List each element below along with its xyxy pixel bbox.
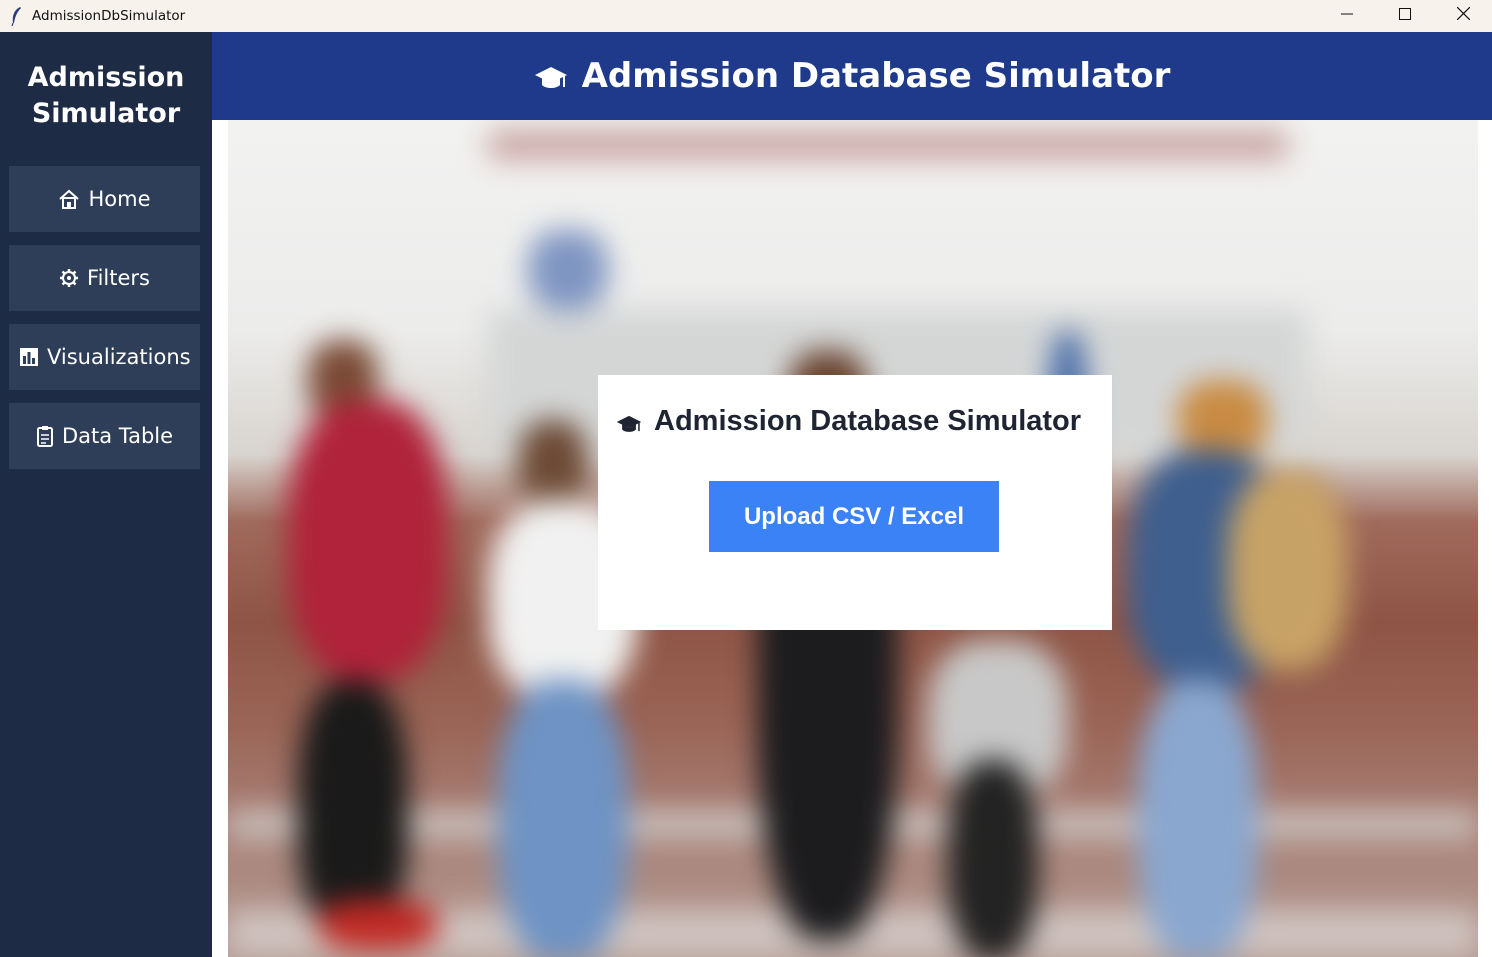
gear-icon: [59, 268, 79, 288]
window-title: AdmissionDbSimulator: [32, 8, 186, 24]
maximize-icon: [1399, 7, 1411, 25]
sidebar-item-visualizations[interactable]: Visualizations: [9, 324, 200, 390]
upload-csv-excel-button[interactable]: Upload CSV / Excel: [709, 481, 999, 552]
sidebar-item-label: Visualizations: [47, 345, 191, 369]
feather-icon: [10, 6, 24, 26]
card-title-text: Admission Database Simulator: [654, 405, 1082, 437]
minimize-icon: [1341, 7, 1353, 25]
window-titlebar: AdmissionDbSimulator: [0, 0, 1492, 32]
sidebar-item-data-table[interactable]: Data Table: [9, 403, 200, 469]
close-icon: [1456, 6, 1470, 25]
sidebar: Admission Simulator Home Filters Visuali…: [0, 32, 212, 957]
graduation-cap-icon: [534, 65, 568, 93]
bar-chart-icon: [19, 347, 39, 367]
sidebar-item-home[interactable]: Home: [9, 166, 200, 232]
sidebar-item-label: Filters: [87, 266, 150, 290]
close-button[interactable]: [1434, 0, 1492, 32]
card-title: Admission Database Simulator: [616, 405, 1081, 438]
sidebar-title-line1: Admission: [27, 62, 185, 93]
graduation-cap-icon: [616, 414, 642, 436]
sidebar-item-filters[interactable]: Filters: [9, 245, 200, 311]
clipboard-icon: [36, 425, 54, 447]
sidebar-item-label: Data Table: [61, 424, 174, 448]
maximize-button[interactable]: [1376, 0, 1434, 32]
sidebar-item-label: Home: [88, 187, 151, 211]
page-title: Admission Database Simulator: [581, 56, 1171, 96]
header-banner: Admission Database Simulator: [212, 32, 1492, 120]
minimize-button[interactable]: [1318, 0, 1376, 32]
sidebar-title-line2: Simulator: [31, 98, 181, 129]
sidebar-title: Admission Simulator: [0, 60, 212, 132]
upload-card: Admission Database Simulator Upload CSV …: [598, 375, 1112, 630]
home-icon: [58, 189, 80, 209]
